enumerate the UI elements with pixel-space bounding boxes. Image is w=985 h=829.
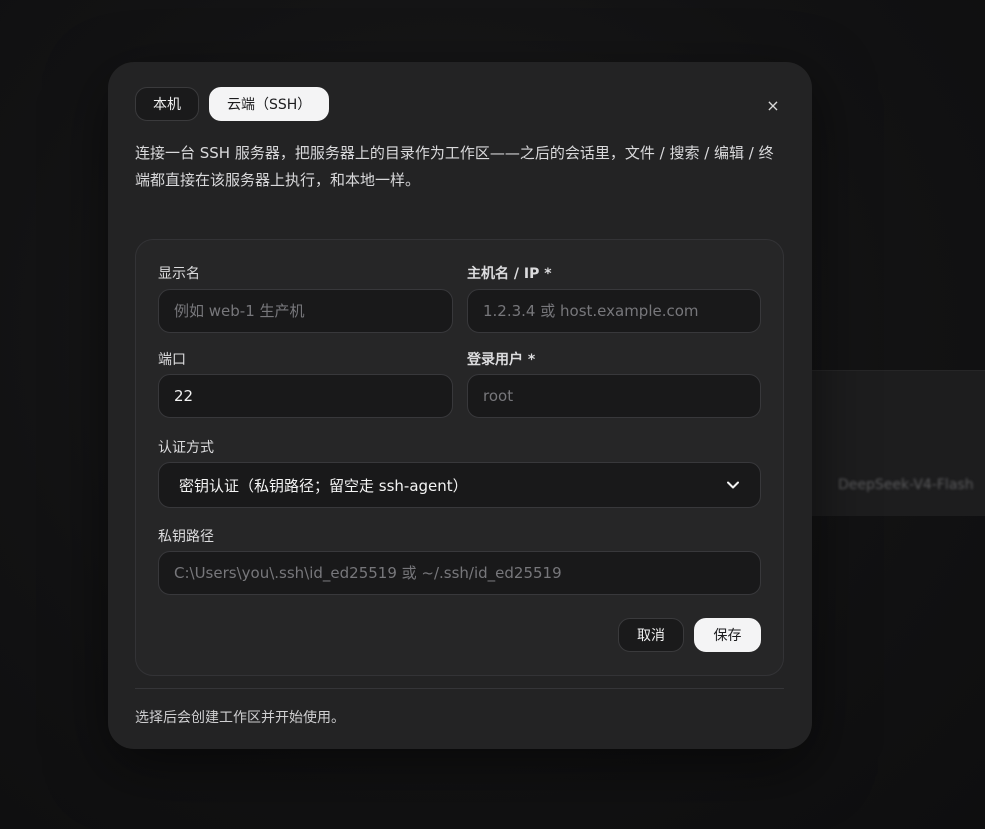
close-button[interactable]: × (762, 94, 784, 116)
port-label: 端口 (158, 352, 186, 368)
display-name-label: 显示名 (158, 266, 200, 282)
tab-cloud-ssh[interactable]: 云端（SSH） (209, 87, 330, 121)
close-icon: × (766, 95, 780, 115)
background-model-label: DeepSeek-V4-Flash (838, 477, 974, 493)
display-name-input[interactable] (158, 289, 453, 333)
footer-note: 选择后会创建工作区并开始使用。 (135, 710, 345, 726)
background-panel: DeepSeek-V4-Flash (812, 370, 985, 516)
login-user-input[interactable] (467, 374, 761, 418)
key-path-label: 私钥路径 (158, 529, 214, 545)
footer-divider (135, 688, 784, 689)
auth-method-select[interactable]: 密钥认证（私钥路径；留空走 ssh-agent） (158, 462, 761, 508)
save-button[interactable]: 保存 (694, 618, 761, 652)
ssh-form-card: 显示名 主机名 / IP * 端口 22 登录用户 * 认证方式 密钥认证（私钥… (135, 239, 784, 676)
cancel-button[interactable]: 取消 (618, 618, 684, 652)
port-input[interactable]: 22 (158, 374, 453, 418)
chevron-down-icon (726, 478, 740, 492)
ssh-workspace-dialog: 本机 云端（SSH） × 连接一台 SSH 服务器，把服务器上的目录作为工作区—… (108, 62, 812, 749)
auth-method-label: 认证方式 (158, 440, 214, 456)
mode-tabs: 本机 云端（SSH） (135, 87, 330, 121)
port-value: 22 (174, 387, 194, 405)
dialog-description: 连接一台 SSH 服务器，把服务器上的目录作为工作区——之后的会话里，文件 / … (135, 144, 774, 189)
tab-local[interactable]: 本机 (135, 87, 199, 121)
login-user-label: 登录用户 * (467, 352, 536, 368)
hostname-input[interactable] (467, 289, 761, 333)
auth-method-selected: 密钥认证（私钥路径；留空走 ssh-agent） (179, 476, 468, 495)
key-path-input[interactable] (158, 551, 761, 595)
hostname-label: 主机名 / IP * (467, 266, 552, 282)
